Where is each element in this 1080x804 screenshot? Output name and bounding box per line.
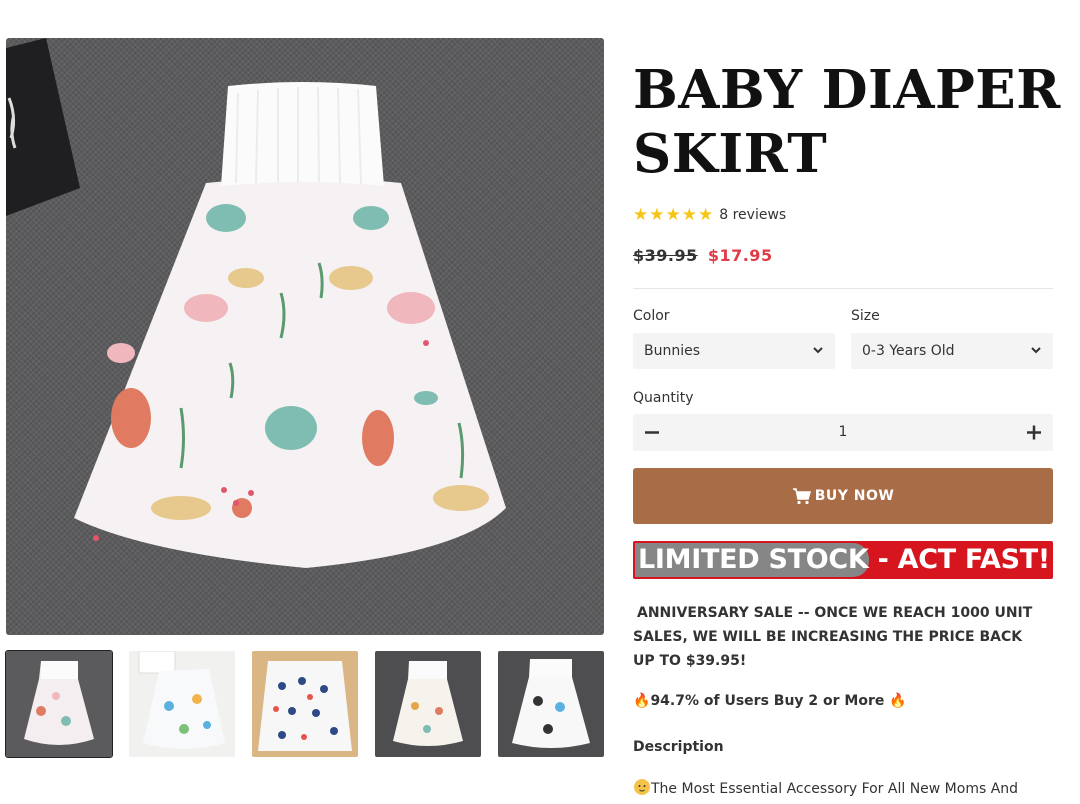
chevron-down-icon [1031,347,1041,354]
star-icon: ★ [633,205,649,225]
thumbnail-5[interactable] [498,651,604,757]
baby-face-icon [634,779,650,795]
star-icon: ★ [649,205,665,225]
rating-stars: ★ ★ ★ ★ ★ [633,205,713,225]
plus-icon [1027,425,1041,440]
thumbnail-strip [5,650,606,758]
limited-stock-text: LIMITED STOCK - ACT FAST! [638,544,1050,575]
size-label: Size [851,308,880,324]
thumbnail-4[interactable] [375,651,481,757]
buy-more-label: 94.7% of Users Buy 2 or More [650,693,885,709]
buy-now-button[interactable]: BUY NOW [633,468,1053,524]
cart-icon [792,488,811,505]
star-icon: ★ [665,205,681,225]
thumbnail-1[interactable] [5,650,113,758]
thumbnail-3[interactable] [252,651,358,757]
star-icon: ★ [681,205,697,225]
size-select[interactable]: 0-3 Years Old [851,333,1053,369]
product-title: BABY DIAPER SKIRT [633,59,1061,185]
color-select[interactable]: Bunnies [633,333,835,369]
quantity-decrease-button[interactable] [633,414,671,451]
compare-at-price: $39.95 [633,246,698,265]
main-product-image[interactable] [6,38,604,635]
chevron-down-icon [813,347,823,354]
color-select-value: Bunnies [644,343,701,359]
sale-price: $17.95 [707,246,773,265]
fire-icon: 🔥 [889,693,907,709]
buy-now-label: BUY NOW [814,488,895,504]
divider [633,288,1053,289]
anniversary-sale-text: ANNIVERSARY SALE -- ONCE WE REACH 1000 U… [633,605,1033,669]
fire-icon: 🔥 [633,693,651,709]
color-label: Color [633,308,670,324]
price-block: $39.95 $17.95 [633,246,773,265]
limited-stock-banner: LIMITED STOCK - ACT FAST! [633,541,1053,579]
thumbnail-2[interactable] [129,651,235,757]
rating[interactable]: ★ ★ ★ ★ ★ 8 reviews [633,205,786,225]
quantity-increase-button[interactable] [1015,414,1053,451]
star-icon: ★ [698,205,714,225]
quantity-label: Quantity [633,390,694,406]
description-first-line: The Most Essential Accessory For All New… [633,778,1018,797]
size-select-value: 0-3 Years Old [862,343,955,359]
buy-more-text: 🔥94.7% of Users Buy 2 or More 🔥 [633,689,907,713]
quantity-input[interactable]: 1 [673,414,1013,451]
minus-icon [645,431,659,434]
quantity-stepper: 1 [633,414,1053,451]
description-heading: Description [633,739,724,755]
review-count[interactable]: 8 reviews [719,207,786,223]
